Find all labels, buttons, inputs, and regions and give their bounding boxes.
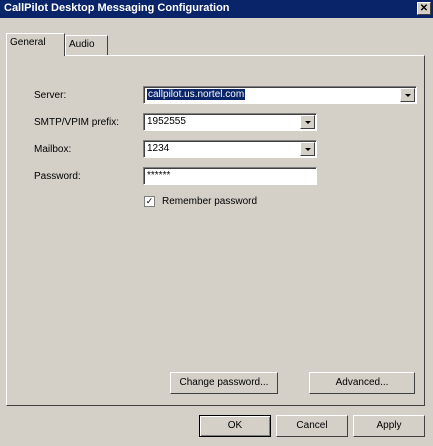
remember-password-label: Remember password: [162, 196, 258, 207]
advanced-button[interactable]: Advanced...: [309, 372, 415, 394]
mailbox-label: Mailbox:: [34, 144, 72, 155]
title-bar: CallPilot Desktop Messaging Configuratio…: [0, 0, 433, 18]
mailbox-combobox[interactable]: 1234: [143, 140, 317, 158]
smtp-prefix-value: 1952555: [147, 116, 186, 127]
server-label: Server:: [34, 90, 67, 101]
tab-audio[interactable]: Audio: [65, 35, 108, 55]
configuration-dialog: CallPilot Desktop Messaging Configuratio…: [0, 0, 433, 446]
chevron-down-icon[interactable]: [400, 88, 415, 102]
ok-button[interactable]: OK: [199, 415, 271, 437]
window-title: CallPilot Desktop Messaging Configuratio…: [4, 2, 230, 14]
remember-password-checkbox[interactable]: ✓: [144, 196, 155, 207]
server-value: callpilot.us.nortel.com: [147, 89, 246, 100]
chevron-down-icon[interactable]: [300, 142, 315, 156]
apply-button[interactable]: Apply: [353, 415, 425, 437]
smtp-prefix-label: SMTP/VPIM prefix:: [34, 117, 120, 128]
password-label: Password:: [34, 171, 81, 182]
smtp-prefix-combobox[interactable]: 1952555: [143, 113, 317, 131]
server-combobox[interactable]: callpilot.us.nortel.com: [143, 86, 417, 104]
mailbox-value: 1234: [147, 143, 170, 154]
close-icon[interactable]: ✕: [417, 2, 431, 15]
change-password-button[interactable]: Change password...: [170, 372, 278, 394]
password-field[interactable]: ******: [143, 167, 317, 185]
chevron-down-icon[interactable]: [300, 115, 315, 129]
general-panel: [6, 55, 425, 406]
cancel-button[interactable]: Cancel: [276, 415, 348, 437]
tab-general[interactable]: General: [6, 33, 65, 56]
